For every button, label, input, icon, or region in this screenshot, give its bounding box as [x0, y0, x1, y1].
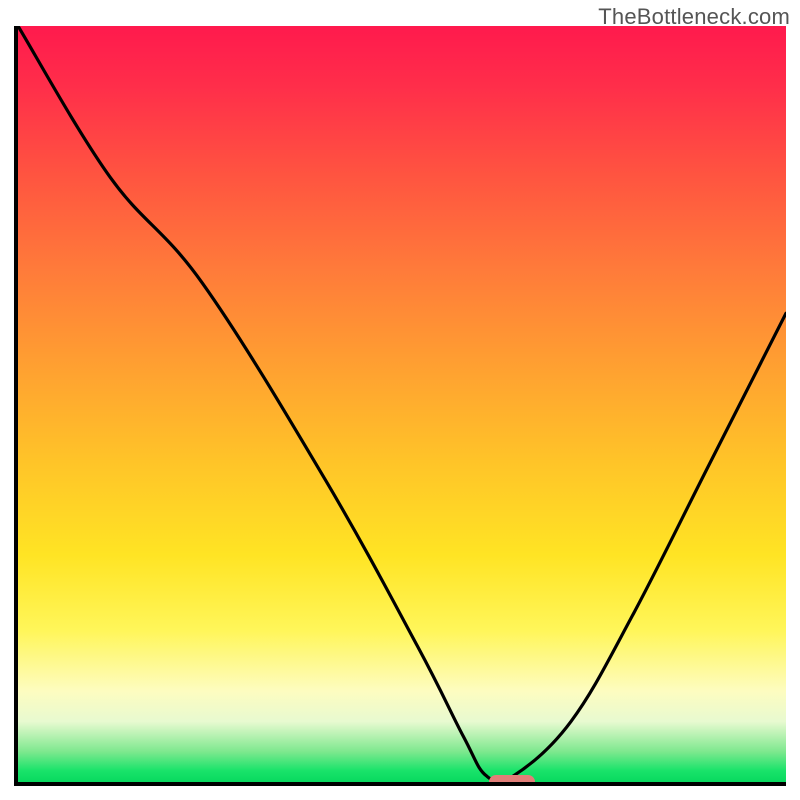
watermark-text: TheBottleneck.com	[598, 4, 790, 30]
bottleneck-curve-path	[18, 26, 786, 782]
plot-area	[14, 26, 786, 786]
bottleneck-chart: TheBottleneck.com	[0, 0, 800, 800]
optimal-range-marker	[489, 775, 535, 786]
curve-layer	[18, 26, 786, 782]
